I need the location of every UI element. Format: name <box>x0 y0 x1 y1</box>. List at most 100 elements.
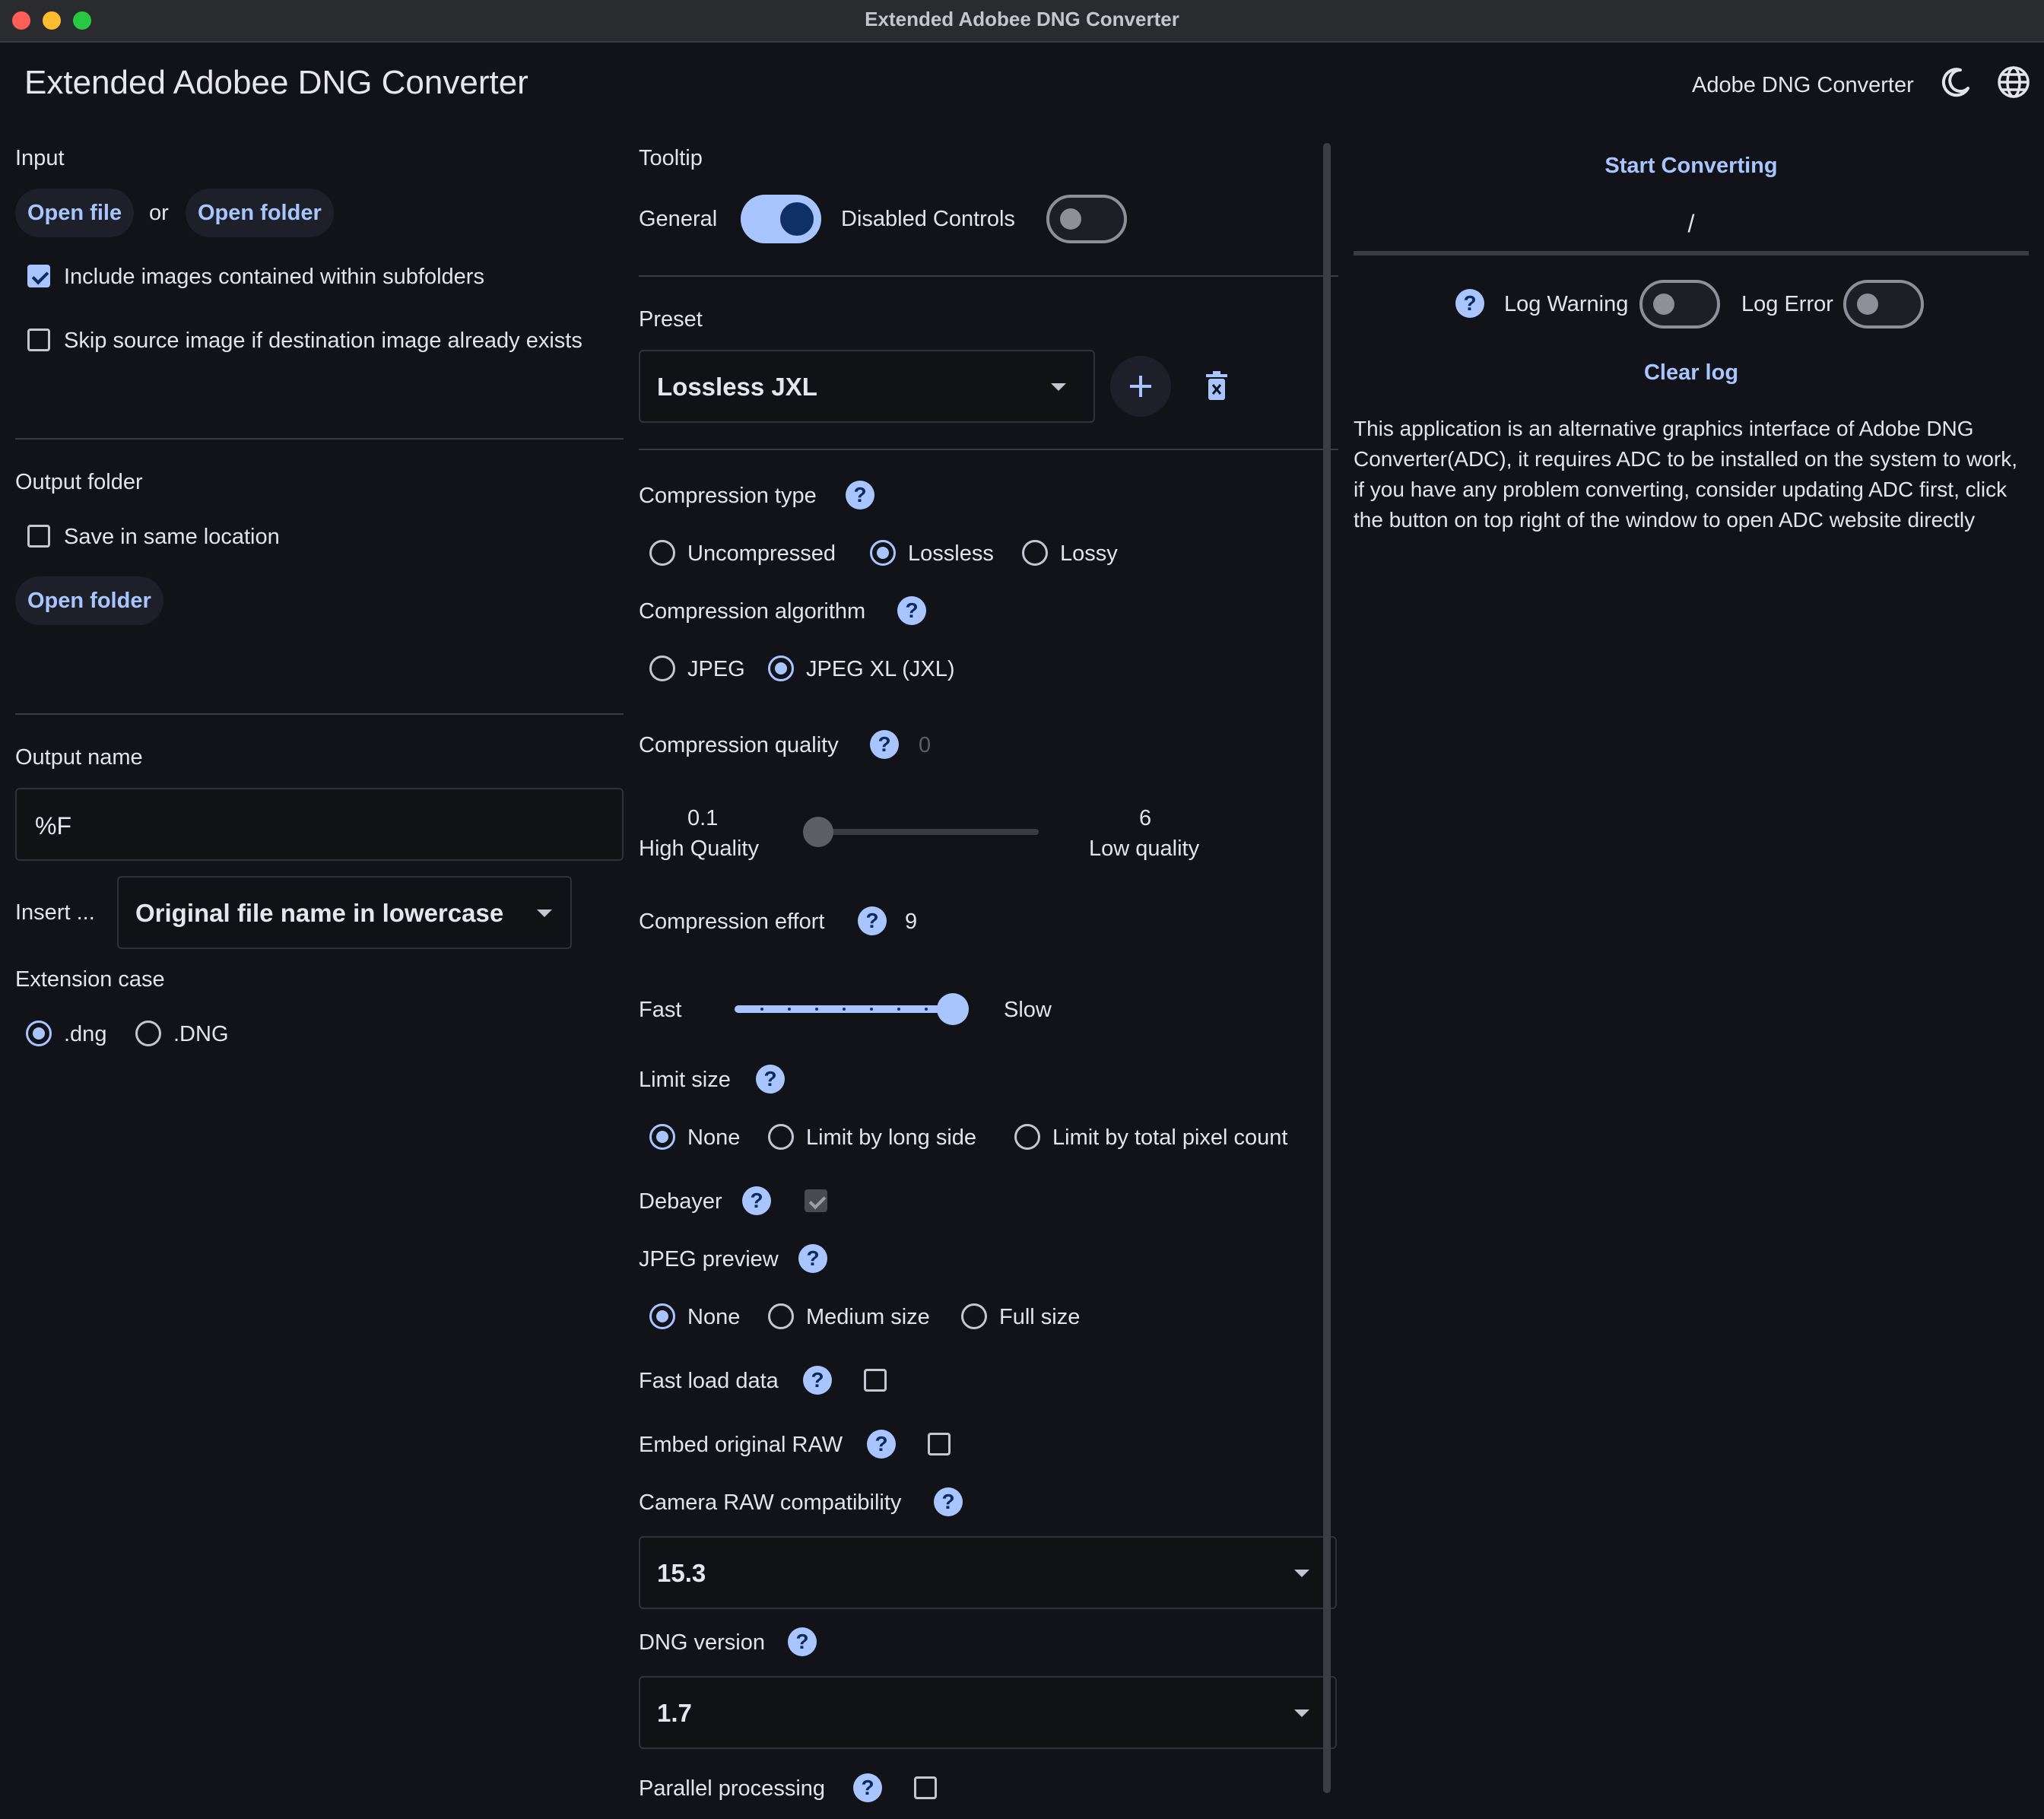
adc-link[interactable]: Adobe DNG Converter <box>1692 73 1914 98</box>
log-error-toggle[interactable] <box>1843 280 1924 329</box>
divider <box>639 275 1338 277</box>
clear-log-button[interactable]: Clear log <box>1354 360 2029 386</box>
chevron-down-icon <box>537 910 552 917</box>
help-icon[interactable]: ? <box>798 1244 827 1273</box>
divider <box>15 713 624 715</box>
jxl-radio[interactable] <box>768 656 794 681</box>
limit-pixel-count-radio[interactable] <box>1014 1124 1040 1150</box>
delete-preset-button[interactable] <box>1201 370 1232 403</box>
include-subfolders-checkbox[interactable] <box>27 265 50 287</box>
quality-slider-track[interactable] <box>803 829 1039 835</box>
lossy-radio[interactable] <box>1022 540 1048 566</box>
theme-moon-icon[interactable] <box>1938 64 1974 100</box>
preview-none-radio[interactable] <box>649 1303 675 1329</box>
embed-raw-checkbox[interactable] <box>928 1433 951 1456</box>
same-location-checkbox[interactable] <box>27 525 50 548</box>
ext-upper-radio[interactable] <box>135 1021 161 1046</box>
lossy-label: Lossy <box>1060 541 1118 566</box>
start-converting-button[interactable]: Start Converting <box>1354 154 2029 179</box>
window-title: Extended Adobee DNG Converter <box>865 8 1179 30</box>
help-icon[interactable]: ? <box>788 1627 817 1656</box>
output-name-input[interactable]: %F <box>15 788 624 861</box>
camera-raw-compat-label: Camera RAW compatibility <box>639 1490 902 1515</box>
help-icon[interactable]: ? <box>897 596 926 625</box>
log-warning-toggle[interactable] <box>1639 280 1720 329</box>
help-icon[interactable]: ? <box>870 730 899 759</box>
lossless-radio[interactable] <box>870 540 896 566</box>
preview-full-label: Full size <box>999 1305 1081 1329</box>
general-tooltip-toggle[interactable] <box>741 195 821 243</box>
plus-icon <box>1130 376 1151 397</box>
help-icon[interactable]: ? <box>1455 289 1484 318</box>
disabled-controls-label: Disabled Controls <box>841 207 1015 231</box>
preview-none-label: None <box>687 1305 741 1329</box>
lossless-label: Lossless <box>908 541 994 566</box>
chevron-down-icon <box>1294 1709 1309 1717</box>
quality-max-value: 6 <box>1139 806 1152 830</box>
help-icon[interactable]: ? <box>867 1430 896 1459</box>
dng-version-value: 1.7 <box>657 1699 692 1727</box>
dng-version-label: DNG version <box>639 1630 765 1655</box>
camera-raw-compat-value: 15.3 <box>657 1559 706 1587</box>
camera-raw-compat-dropdown[interactable]: 15.3 <box>639 1536 1337 1609</box>
limit-size-label: Limit size <box>639 1068 731 1092</box>
or-text: or <box>149 201 169 225</box>
compression-quality-value: 0 <box>919 733 932 757</box>
help-icon[interactable]: ? <box>742 1186 771 1215</box>
help-icon[interactable]: ? <box>756 1065 785 1094</box>
divider <box>15 438 624 440</box>
help-icon[interactable]: ? <box>858 906 887 935</box>
open-file-button[interactable]: Open file <box>15 189 135 237</box>
chevron-down-icon <box>1051 383 1066 391</box>
ext-lower-radio[interactable] <box>26 1021 52 1046</box>
help-icon[interactable]: ? <box>934 1487 963 1516</box>
help-icon[interactable]: ? <box>846 481 874 510</box>
uncompressed-label: Uncompressed <box>687 541 836 566</box>
quality-min-label: High Quality <box>639 836 759 861</box>
limit-none-label: None <box>687 1125 741 1150</box>
progress-text: / <box>1687 210 1695 237</box>
effort-max-label: Slow <box>1004 998 1052 1022</box>
limit-none-radio[interactable] <box>649 1124 675 1150</box>
preview-medium-label: Medium size <box>806 1305 930 1329</box>
limit-long-side-radio[interactable] <box>768 1124 794 1150</box>
preset-dropdown[interactable]: Lossless JXL <box>639 350 1095 423</box>
fast-load-checkbox[interactable] <box>864 1369 887 1392</box>
debayer-checkbox[interactable] <box>805 1189 827 1212</box>
compression-quality-label: Compression quality <box>639 733 839 757</box>
disabled-controls-toggle[interactable] <box>1046 195 1127 243</box>
open-input-folder-button[interactable]: Open folder <box>186 189 334 237</box>
quality-min-value: 0.1 <box>687 806 719 830</box>
preview-medium-radio[interactable] <box>768 1303 794 1329</box>
quality-max-label: Low quality <box>1089 836 1200 861</box>
jpeg-radio[interactable] <box>649 656 675 681</box>
limit-pixel-count-label: Limit by total pixel count <box>1052 1125 1288 1150</box>
preview-full-radio[interactable] <box>961 1303 987 1329</box>
effort-slider-track[interactable] <box>735 1005 954 1013</box>
dng-version-dropdown[interactable]: 1.7 <box>639 1676 1337 1749</box>
parallel-processing-label: Parallel processing <box>639 1776 826 1801</box>
fast-load-label: Fast load data <box>639 1369 779 1393</box>
help-icon[interactable]: ? <box>803 1366 832 1395</box>
skip-existing-checkbox[interactable] <box>27 329 50 351</box>
limit-long-side-label: Limit by long side <box>806 1125 977 1150</box>
open-output-folder-button[interactable]: Open folder <box>15 576 163 625</box>
settings-scrollbar[interactable] <box>1323 143 1331 1793</box>
globe-icon[interactable] <box>1995 64 2032 100</box>
parallel-processing-checkbox[interactable] <box>914 1776 937 1799</box>
app-title: Extended Adobee DNG Converter <box>24 64 528 101</box>
compression-type-label: Compression type <box>639 484 817 508</box>
insert-dropdown[interactable]: Original file name in lowercase <box>117 876 572 949</box>
jpeg-preview-label: JPEG preview <box>639 1247 779 1271</box>
extension-case-label: Extension case <box>15 967 165 992</box>
uncompressed-radio[interactable] <box>649 540 675 566</box>
quality-slider-thumb[interactable] <box>803 817 833 847</box>
help-icon[interactable]: ? <box>853 1773 882 1802</box>
embed-raw-label: Embed original RAW <box>639 1433 843 1457</box>
output-name-label: Output name <box>15 745 143 770</box>
insert-label: Insert ... <box>15 900 95 925</box>
output-folder-label: Output folder <box>15 470 143 494</box>
progress-bar <box>1354 251 2029 256</box>
add-preset-button[interactable] <box>1110 356 1171 417</box>
effort-slider-thumb[interactable] <box>937 993 969 1025</box>
